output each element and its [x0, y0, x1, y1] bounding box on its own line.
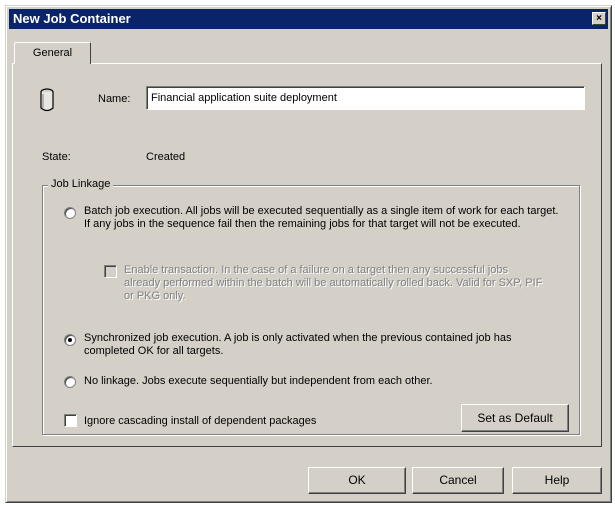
- state-label: State:: [42, 151, 71, 163]
- title-bar[interactable]: New Job Container ×: [9, 9, 608, 29]
- state-value: Created: [146, 151, 186, 163]
- name-field[interactable]: Financial application suite deployment: [146, 86, 585, 110]
- container-icon: [40, 88, 54, 112]
- synchronized-execution-radio[interactable]: [64, 334, 76, 346]
- set-as-default-label: Set as Default: [477, 411, 553, 425]
- tab-general[interactable]: General: [14, 42, 91, 64]
- ok-button[interactable]: OK: [308, 467, 406, 494]
- help-button[interactable]: Help: [512, 467, 602, 494]
- set-as-default-button[interactable]: Set as Default: [461, 404, 569, 432]
- cancel-button[interactable]: Cancel: [412, 467, 504, 494]
- ignore-cascading-checkbox[interactable]: [64, 414, 77, 427]
- no-linkage-radio[interactable]: [64, 376, 76, 388]
- enable-transaction-checkbox[interactable]: [104, 265, 117, 278]
- cancel-label: Cancel: [439, 473, 477, 487]
- tab-general-label: General: [32, 47, 73, 59]
- synchronized-execution-label: Synchronized job execution. A job is onl…: [84, 332, 512, 357]
- ignore-cascading-label: Ignore cascading install of dependent pa…: [84, 415, 317, 427]
- batch-execution-label: Batch job execution. All jobs will be ex…: [84, 205, 559, 230]
- window-title: New Job Container: [13, 11, 131, 26]
- ok-label: OK: [348, 473, 366, 487]
- batch-execution-radio[interactable]: [64, 207, 76, 219]
- help-label: Help: [544, 473, 570, 487]
- name-label: Name:: [98, 93, 131, 105]
- job-linkage-legend: Job Linkage: [48, 178, 114, 190]
- no-linkage-label: No linkage. Jobs execute sequentially bu…: [84, 375, 433, 387]
- close-icon: ×: [596, 13, 602, 24]
- close-button[interactable]: ×: [592, 12, 606, 25]
- enable-transaction-label: Enable transaction. In the case of a fai…: [124, 264, 543, 302]
